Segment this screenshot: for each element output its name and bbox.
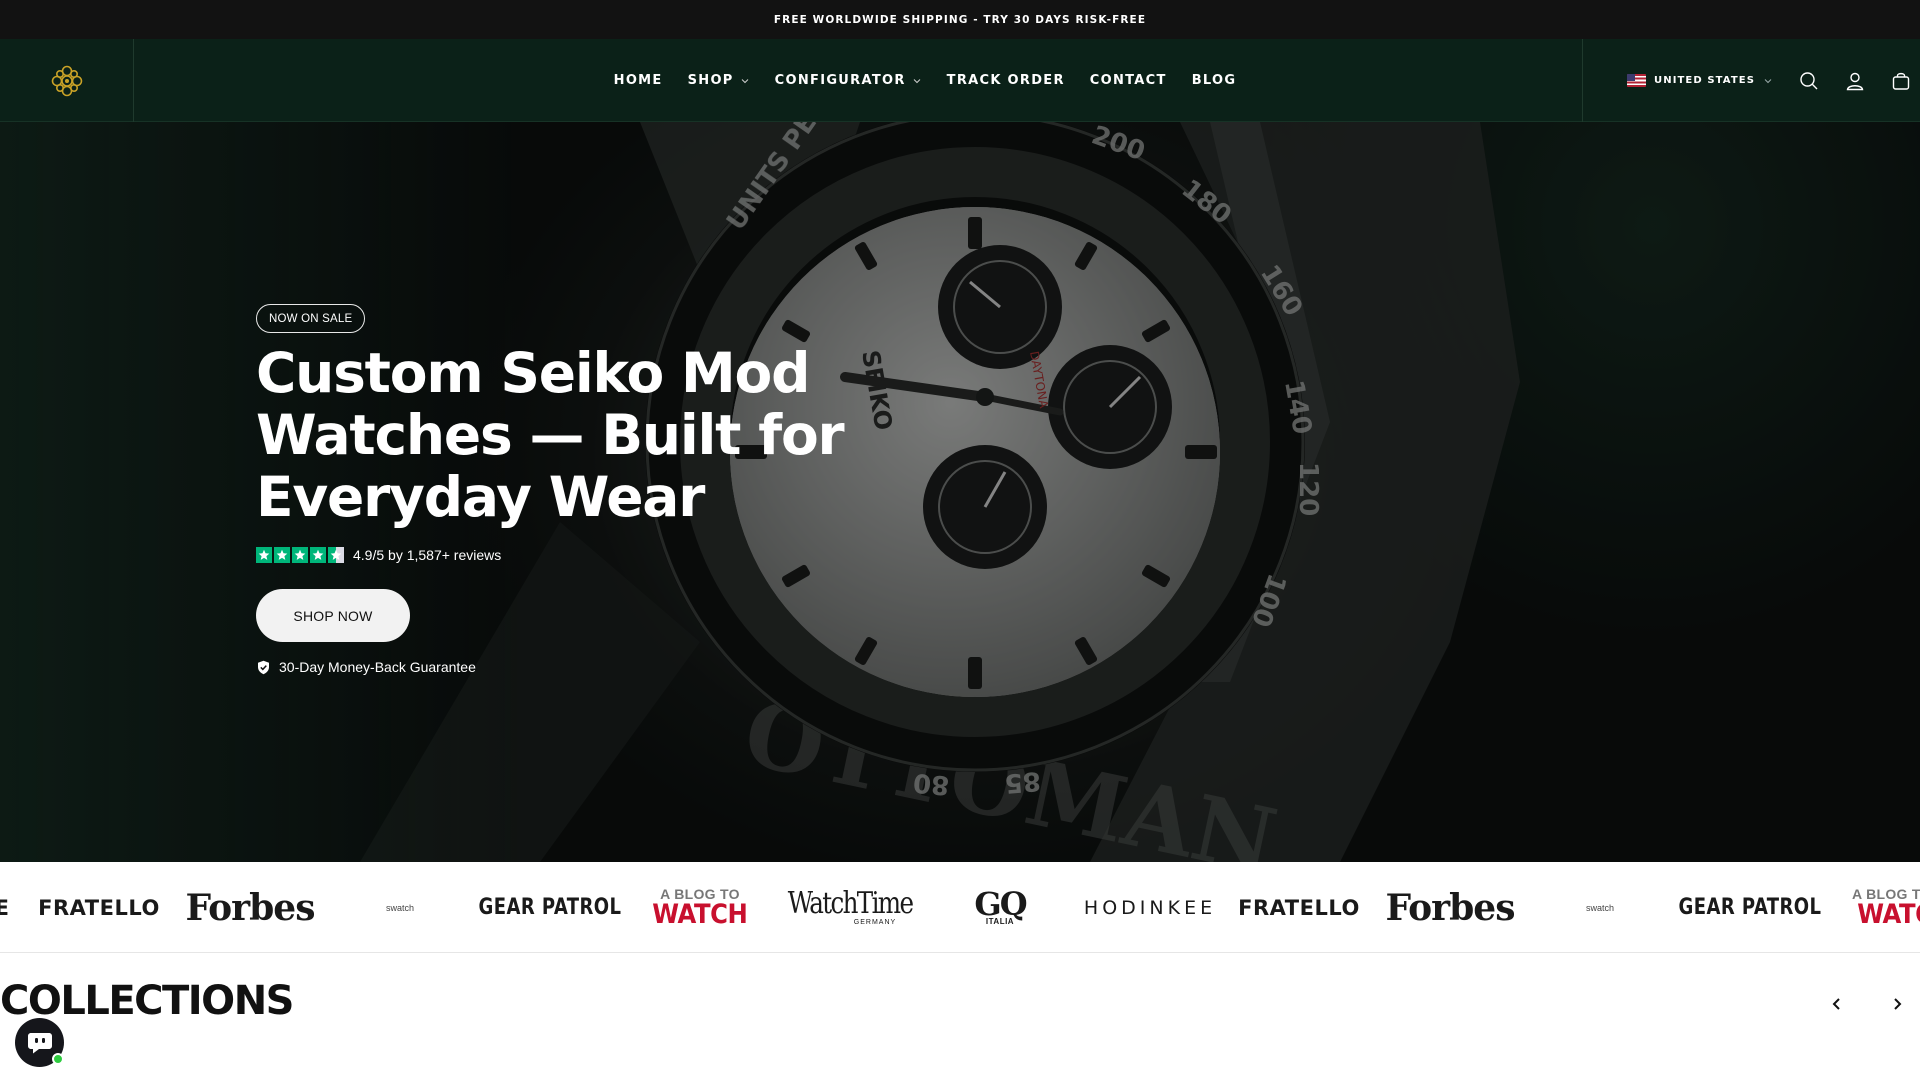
announcement-bar: FREE WORLDWIDE SHIPPING - TRY 30 DAYS RI… <box>0 0 1920 39</box>
nav-blog-label: BLOG <box>1191 73 1237 88</box>
bag-icon <box>1892 72 1910 90</box>
nav-contact[interactable]: CONTACT <box>1090 73 1167 88</box>
country-selector[interactable]: UNITED STATES <box>1627 74 1773 87</box>
press-logo-ablogtowatch-partial: A BLOG TO WATCH <box>1852 862 1920 952</box>
nav-blog[interactable]: BLOG <box>1192 73 1237 88</box>
star-half-icon <box>328 547 344 563</box>
hero-title: Custom Seiko Mod Watches — Built for Eve… <box>256 341 845 529</box>
press-logo-fratello-repeat: FRATELLO <box>1238 862 1360 952</box>
nav-home-label: HOME <box>613 73 663 88</box>
nav-track-order[interactable]: TRACK ORDER <box>947 73 1065 88</box>
star-icon <box>292 547 308 563</box>
press-logo-gear-patrol: GEAR PATROL <box>479 862 622 952</box>
press-logo-ablogtowatch-partial-bottom: WATCH <box>1857 899 1920 930</box>
carousel-next-button[interactable] <box>1886 993 1908 1015</box>
user-icon <box>1846 72 1864 90</box>
press-logo-hodinkee-text: HODINKEE <box>1083 896 1217 919</box>
online-status-dot <box>52 1053 64 1065</box>
account-button[interactable] <box>1843 69 1867 93</box>
nav-shop[interactable]: SHOP <box>688 73 750 88</box>
carousel-prev-button[interactable] <box>1826 993 1848 1015</box>
press-logo-fratello-repeat-text: FRATELLO <box>1238 895 1360 920</box>
site-header: HOME SHOP CONFIGURATOR TRACK ORDER CONTA… <box>0 39 1920 122</box>
star-icon <box>256 547 272 563</box>
sale-badge-label: NOW ON SALE <box>269 312 353 325</box>
brand-logo-icon <box>51 65 82 96</box>
nav-home[interactable]: HOME <box>614 73 663 88</box>
country-label: UNITED STATES <box>1654 75 1756 86</box>
press-logo-forbes: Forbes <box>186 862 316 952</box>
collections-heading: COLLECTIONS <box>0 978 294 1024</box>
press-logo-partial: E <box>0 862 12 952</box>
chevron-down-icon <box>1764 78 1772 83</box>
press-logo-fratello-text: FRATELLO <box>38 895 160 920</box>
press-logo-swatch-repeat: swatch <box>1570 862 1630 952</box>
nav-shop-label: SHOP <box>687 73 734 88</box>
nav-configurator-label: CONFIGURATOR <box>774 73 906 88</box>
search-icon <box>1800 71 1818 89</box>
search-button[interactable] <box>1797 69 1821 93</box>
shop-now-button[interactable]: SHOP NOW <box>256 589 410 642</box>
press-logos-strip: E FRATELLO Forbes swatch GEAR PATROL A B… <box>0 862 1920 953</box>
press-logo-swatch: swatch <box>370 862 430 952</box>
press-logo-watchtime: WatchTime GERMANY <box>787 862 914 952</box>
rating-summary: 4.9/5 by 1,587+ reviews <box>256 547 501 563</box>
press-logo-ablogtowatch: A BLOG TO WATCH <box>650 862 750 952</box>
press-logo-forbes-repeat: Forbes <box>1386 862 1516 952</box>
press-logo-forbes-repeat-text: Forbes <box>1385 886 1516 929</box>
shop-now-label: SHOP NOW <box>293 607 373 624</box>
press-logo-hodinkee: HODINKEE <box>1083 862 1217 952</box>
header-actions: UNITED STATES <box>1582 39 1920 122</box>
press-logo-ablogtowatch-bottom: WATCH <box>652 899 748 930</box>
star-icon <box>274 547 290 563</box>
cart-button[interactable] <box>1889 69 1913 93</box>
press-logo-gear-patrol-repeat: GEAR PATROL <box>1679 862 1822 952</box>
press-logo-gq-sub: ITALIA <box>985 917 1015 927</box>
sale-badge: NOW ON SALE <box>256 304 366 333</box>
star-icon <box>310 547 326 563</box>
chevron-down-icon <box>741 78 748 83</box>
press-logo-gq: GQ ITALIA <box>960 862 1040 952</box>
logo-link[interactable] <box>0 39 134 122</box>
press-logo-gear-patrol-text: GEAR PATROL <box>478 895 622 920</box>
press-logo-forbes-text: Forbes <box>185 886 316 929</box>
rating-stars <box>256 547 344 563</box>
chevron-left-icon <box>1832 998 1840 1010</box>
press-logo-fratello: FRATELLO <box>38 862 160 952</box>
nav-contact-label: CONTACT <box>1089 73 1167 88</box>
shield-check-icon <box>258 660 269 674</box>
nav-track-order-label: TRACK ORDER <box>946 73 1065 88</box>
nav-configurator[interactable]: CONFIGURATOR <box>775 73 922 88</box>
press-logo-gq-text: GQ <box>974 884 1027 923</box>
announcement-text: FREE WORLDWIDE SHIPPING - TRY 30 DAYS RI… <box>773 13 1147 26</box>
hero-banner: OTTOMAN 200 180 160 140 120 100 85 80 UN… <box>0 122 1920 862</box>
chevron-right-icon <box>1894 998 1902 1010</box>
press-logo-watchtime-text: WatchTime <box>787 886 914 921</box>
rating-text: 4.9/5 by 1,587+ reviews <box>353 547 502 563</box>
us-flag-icon <box>1627 74 1646 87</box>
chevron-down-icon <box>913 78 921 83</box>
press-logo-swatch-text: swatch <box>385 902 414 913</box>
guarantee-note: 30-Day Money-Back Guarantee <box>256 659 476 675</box>
guarantee-text: 30-Day Money-Back Guarantee <box>279 659 476 675</box>
press-logo-swatch-repeat-text: swatch <box>1585 902 1614 913</box>
press-logo-gear-patrol-repeat-text: GEAR PATROL <box>1678 895 1822 920</box>
chat-bubble-icon <box>27 1032 52 1053</box>
